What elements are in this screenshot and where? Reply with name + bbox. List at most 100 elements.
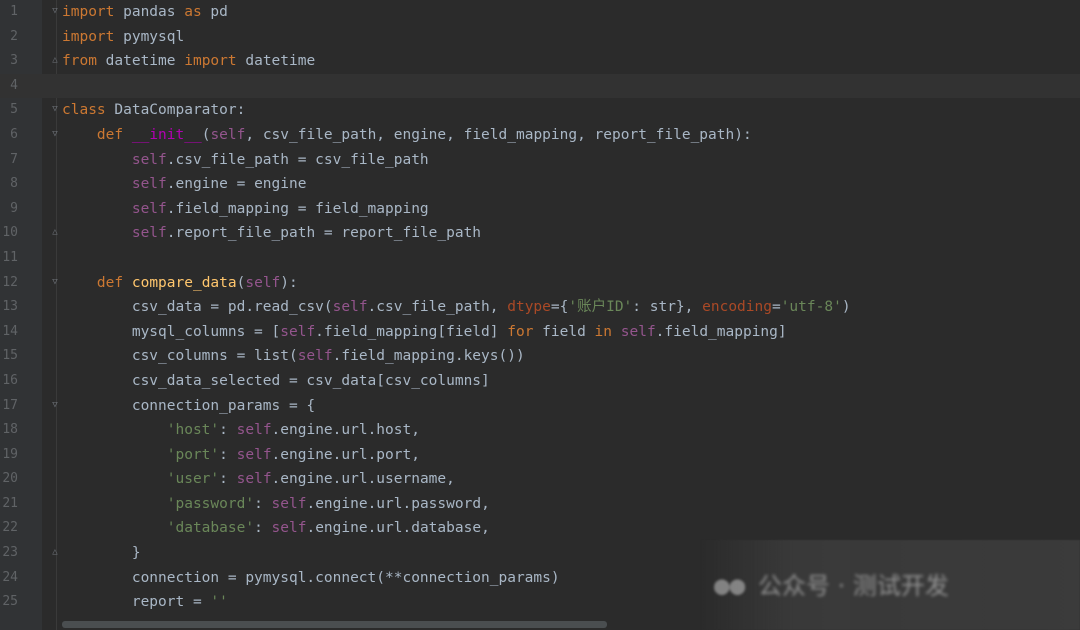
line-number: 4 [10, 77, 18, 93]
code-line[interactable]: 18 'host': self.engine.url.host, [0, 418, 1080, 443]
code-line[interactable]: 7 self.csv_file_path = csv_file_path [0, 148, 1080, 173]
fold-end-icon[interactable] [51, 55, 59, 66]
code-token: connection = pymysql.connect(**connectio… [62, 569, 560, 586]
code-text: 'password': self.engine.url.password, [62, 492, 490, 517]
code-token: .field_mapping] [655, 323, 787, 340]
code-token: DataComparator: [105, 102, 246, 119]
code-text: 'host': self.engine.url.host, [62, 418, 420, 443]
code-token: 'password' [166, 495, 255, 512]
code-token: class [62, 102, 106, 119]
code-line[interactable]: 4 [0, 73, 1080, 99]
code-token: connection_params = { [62, 397, 316, 414]
code-text: def __init__(self, csv_file_path, engine… [62, 123, 752, 148]
code-line[interactable]: 20 'user': self.engine.url.username, [0, 467, 1080, 492]
code-token: pandas [114, 4, 185, 20]
code-token: self [271, 495, 307, 512]
fold-collapse-icon[interactable] [51, 400, 59, 411]
code-token: csv_data = pd.read_csv( [62, 299, 333, 316]
code-text: connection_params = { [62, 394, 315, 419]
code-token: encoding [702, 299, 772, 316]
fold-end-icon[interactable] [51, 227, 59, 238]
code-token: 'database' [166, 520, 255, 537]
code-line[interactable]: 11 [0, 246, 1080, 271]
code-text: def compare_data(self): [62, 271, 298, 296]
code-token: : str}, [632, 299, 703, 316]
line-number: 12 [2, 274, 18, 290]
code-line[interactable]: 3 from datetime import datetime [0, 49, 1080, 74]
code-token: datetime [96, 53, 185, 70]
code-text: import pandas as pd [62, 0, 228, 25]
line-number: 13 [2, 299, 18, 315]
code-token: import [62, 4, 115, 20]
code-line[interactable]: 22 'database': self.engine.url.database, [0, 516, 1080, 541]
code-editor[interactable]: 1 import pandas as pd 2 import pymysql 3 from… [0, 0, 1080, 630]
code-line[interactable]: 6 def __init__(self, csv_file_path, engi… [0, 123, 1080, 148]
fold-collapse-icon[interactable] [51, 277, 59, 288]
code-token: from [62, 53, 97, 70]
code-token: self [131, 200, 167, 217]
code-text: self.csv_file_path = csv_file_path [62, 148, 429, 173]
code-text: self.engine = engine [62, 172, 307, 197]
code-line[interactable]: 5 class DataComparator: [0, 98, 1080, 123]
code-text: report = '' [62, 590, 228, 615]
code-token: __init__ [131, 126, 202, 143]
code-text: } [62, 541, 141, 566]
code-line[interactable]: 19 'port': self.engine.url.port, [0, 443, 1080, 468]
code-token: self [332, 299, 368, 316]
line-number: 17 [2, 397, 18, 413]
fold-end-icon[interactable] [51, 547, 59, 558]
line-number: 14 [2, 323, 18, 339]
code-line[interactable]: 8 self.engine = engine [0, 172, 1080, 197]
code-token: .field_mapping.keys()) [332, 348, 525, 365]
code-token: self [297, 348, 333, 365]
code-token: self [131, 225, 167, 242]
code-token: import [184, 53, 237, 70]
line-number: 7 [10, 151, 18, 167]
code-token: self [210, 126, 246, 143]
code-line[interactable]: 21 'password': self.engine.url.password, [0, 492, 1080, 517]
code-token: self [131, 151, 167, 168]
fold-collapse-icon[interactable] [51, 104, 59, 115]
code-token: .csv_file_path, [367, 299, 508, 316]
code-line[interactable]: 17 connection_params = { [0, 394, 1080, 419]
code-token: import [62, 28, 115, 45]
code-line[interactable]: 14 mysql_columns = [self.field_mapping[f… [0, 320, 1080, 345]
code-token: self [280, 323, 316, 340]
fold-collapse-icon[interactable] [51, 6, 59, 17]
code-token: : [254, 495, 272, 512]
code-token: self [236, 471, 272, 488]
line-number: 16 [2, 372, 18, 388]
code-token: .engine.url.database, [306, 520, 490, 537]
code-token: : [219, 446, 237, 463]
code-text: connection = pymysql.connect(**connectio… [62, 566, 560, 591]
code-token: def [96, 126, 124, 143]
code-line[interactable]: 13 csv_data = pd.read_csv(self.csv_file_… [0, 295, 1080, 320]
code-line[interactable]: 12 def compare_data(self): [0, 271, 1080, 296]
wechat-icon: ●● [714, 571, 746, 601]
code-token: compare_data [131, 274, 237, 291]
code-line[interactable]: 2 import pymysql [0, 25, 1080, 50]
code-text: import pymysql [62, 25, 184, 50]
code-token: in [594, 323, 613, 340]
code-line[interactable]: 10 self.report_file_path = report_file_p… [0, 221, 1080, 246]
code-lines[interactable]: 1 import pandas as pd 2 import pymysql 3 from… [0, 0, 1080, 615]
code-token: ): [280, 274, 298, 291]
code-text: from datetime import datetime [62, 49, 315, 74]
code-line[interactable]: 1 import pandas as pd [0, 0, 1080, 25]
code-token: ={ [550, 299, 569, 316]
code-token: = [771, 299, 781, 316]
horizontal-scrollbar[interactable] [62, 621, 607, 628]
code-token: for [507, 323, 534, 340]
code-line[interactable]: 15 csv_columns = list(self.field_mapping… [0, 344, 1080, 369]
line-number: 18 [2, 422, 18, 438]
fold-collapse-icon[interactable] [51, 129, 59, 140]
code-line[interactable]: 9 self.field_mapping = field_mapping [0, 197, 1080, 222]
code-line[interactable]: 16 csv_data_selected = csv_data[csv_colu… [0, 369, 1080, 394]
code-token: dtype [507, 299, 551, 316]
code-token: self [620, 323, 656, 340]
